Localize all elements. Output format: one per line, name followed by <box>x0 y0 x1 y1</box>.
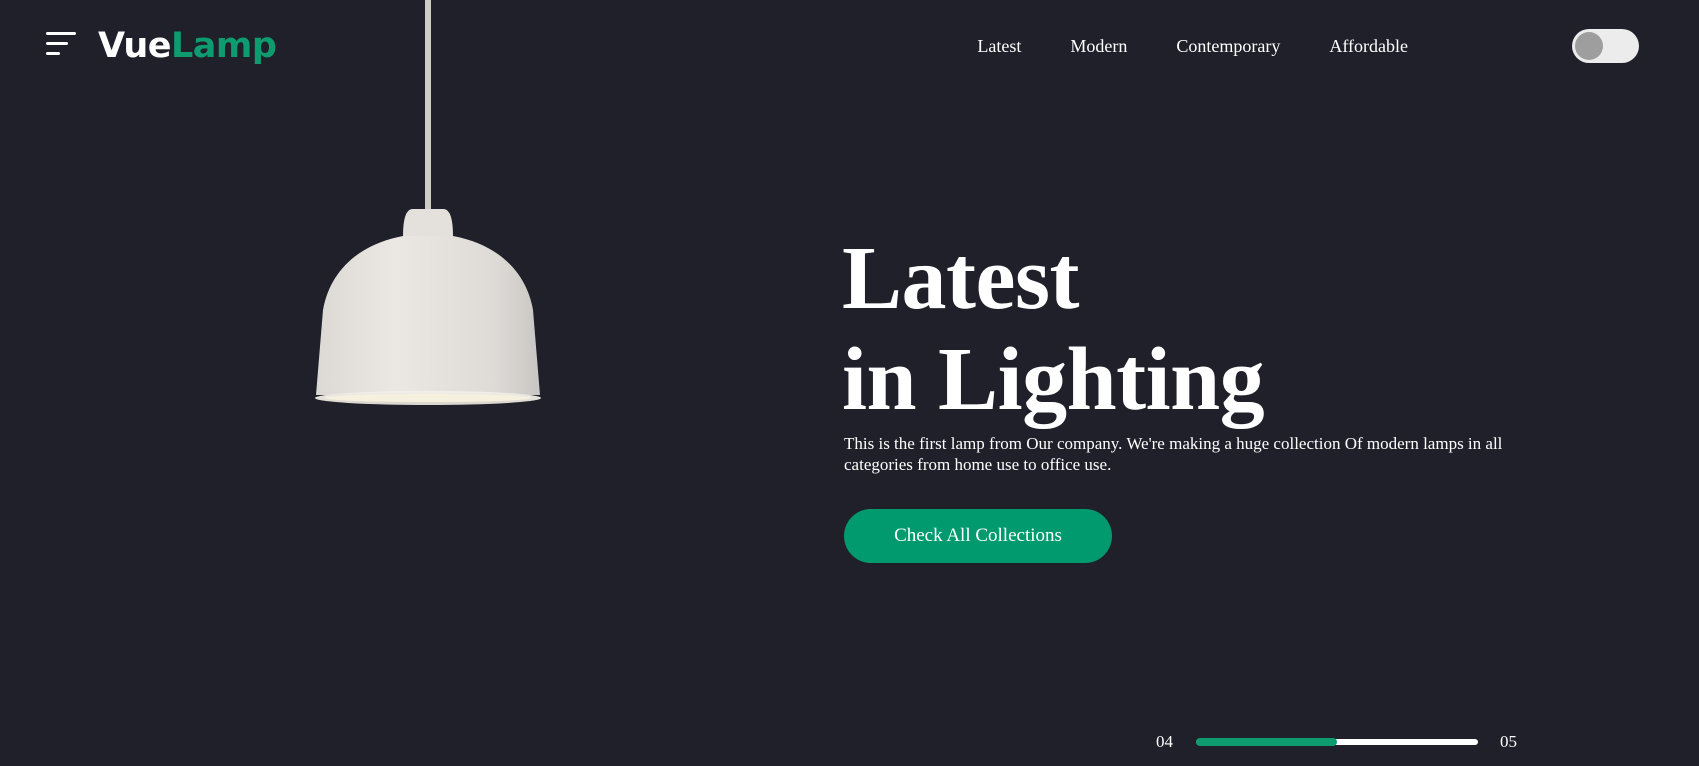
hero-description: This is the first lamp from Our company.… <box>844 434 1503 474</box>
theme-toggle[interactable] <box>1572 29 1639 63</box>
logo[interactable]: VueLamp <box>98 24 277 68</box>
toggle-knob <box>1575 32 1603 60</box>
logo-text-accent: Lamp <box>171 26 277 66</box>
pendant-lamp-image <box>315 0 541 405</box>
nav-link-contemporary[interactable]: Contemporary <box>1176 34 1280 58</box>
hamburger-menu-icon[interactable] <box>46 32 76 56</box>
slide-current-number: 04 <box>1156 732 1173 751</box>
menu-line <box>46 52 60 55</box>
nav-link-modern[interactable]: Modern <box>1070 34 1127 58</box>
nav-link-affordable[interactable]: Affordable <box>1329 34 1408 58</box>
slide-total-number: 05 <box>1500 732 1517 751</box>
hero-title: Latest in Lighting <box>842 228 1265 430</box>
main-nav: Latest Modern Contemporary Affordable <box>977 34 1408 58</box>
logo-text-primary: Vue <box>98 26 172 66</box>
slide-progress-bar[interactable] <box>1196 738 1478 746</box>
landing-page: VueLamp Latest Modern Contemporary Affor… <box>0 0 1699 766</box>
check-all-collections-button[interactable]: Check All Collections <box>844 509 1112 563</box>
hero-title-line-2: in Lighting <box>842 330 1265 429</box>
slide-progress-fill <box>1196 738 1337 746</box>
menu-line <box>46 42 68 45</box>
nav-link-latest[interactable]: Latest <box>977 34 1021 58</box>
hero-title-line-1: Latest <box>842 229 1079 328</box>
menu-line <box>46 32 76 35</box>
